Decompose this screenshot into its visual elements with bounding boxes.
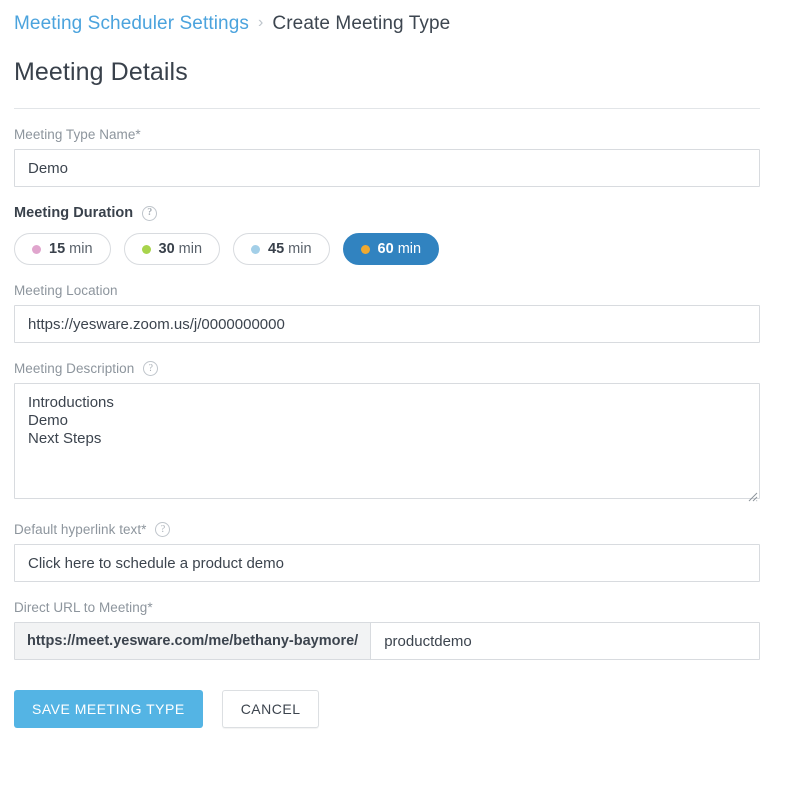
help-icon[interactable]: ? xyxy=(143,361,159,376)
meeting-description-textarea[interactable]: Introductions Demo Next Steps xyxy=(14,383,760,499)
breadcrumb: Meeting Scheduler Settings › Create Meet… xyxy=(14,0,772,42)
page-title: Meeting Details xyxy=(14,58,188,86)
label-text: Default hyperlink text* xyxy=(14,522,147,537)
label-meeting-type-name: Meeting Type Name* xyxy=(14,127,772,142)
help-icon[interactable]: ? xyxy=(155,522,171,537)
duration-unit: min xyxy=(288,241,312,257)
label-text: Meeting Location xyxy=(14,283,118,298)
duration-pill-45-min[interactable]: 45 min xyxy=(233,233,330,265)
label-text: Direct URL to Meeting* xyxy=(14,600,153,615)
duration-unit: min xyxy=(397,241,422,257)
meeting-description-wrap: Introductions Demo Next Steps xyxy=(14,383,760,504)
form-actions: SAVE MEETING TYPE CANCEL xyxy=(14,690,772,728)
save-meeting-type-button[interactable]: SAVE MEETING TYPE xyxy=(14,690,203,728)
label-meeting-location: Meeting Location xyxy=(14,283,772,298)
duration-dot-icon xyxy=(32,244,41,254)
breadcrumb-current: Create Meeting Type xyxy=(272,13,451,34)
direct-url-slug-input[interactable] xyxy=(371,623,759,659)
meeting-type-name-input[interactable] xyxy=(14,149,760,187)
direct-url-prefix: https://meet.yesware.com/me/bethany-baym… xyxy=(15,623,372,659)
title-divider xyxy=(14,108,760,109)
meeting-location-input[interactable] xyxy=(14,305,760,343)
duration-number: 60 xyxy=(377,241,394,257)
duration-dot-icon xyxy=(141,244,151,254)
chevron-right-icon: › xyxy=(257,14,264,31)
label-text: Meeting Duration xyxy=(14,205,134,221)
help-icon[interactable]: ? xyxy=(142,205,158,221)
field-meeting-duration: Meeting Duration ? 15 min 30 min 45 min 60 min xyxy=(14,205,772,265)
direct-url-input-group: https://meet.yesware.com/me/bethany-baym… xyxy=(14,622,760,660)
field-meeting-description: Meeting Description ? Introductions Demo… xyxy=(14,361,772,504)
field-direct-url: Direct URL to Meeting* https://meet.yesw… xyxy=(14,600,772,660)
label-meeting-description: Meeting Description ? xyxy=(14,361,772,376)
label-text: Meeting Description xyxy=(14,361,135,376)
duration-pill-15-min[interactable]: 15 min xyxy=(14,233,111,265)
duration-pill-30-min[interactable]: 30 min xyxy=(123,233,221,265)
duration-unit: min xyxy=(178,241,203,257)
field-default-hyperlink-text: Default hyperlink text* ? xyxy=(14,522,772,582)
cancel-button[interactable]: CANCEL xyxy=(221,690,320,728)
duration-number: 45 xyxy=(268,241,285,257)
duration-pill-60-min[interactable]: 60 min xyxy=(342,233,440,265)
default-hyperlink-text-input[interactable] xyxy=(14,544,760,582)
duration-unit: min xyxy=(69,241,93,257)
duration-pill-group: 15 min 30 min 45 min 60 min xyxy=(14,233,772,265)
field-meeting-type-name: Meeting Type Name* xyxy=(14,127,772,187)
duration-dot-icon xyxy=(251,244,261,254)
label-meeting-duration: Meeting Duration ? xyxy=(14,205,772,221)
label-default-hyperlink-text: Default hyperlink text* ? xyxy=(14,522,772,537)
label-text: Meeting Type Name* xyxy=(14,127,141,142)
field-meeting-location: Meeting Location xyxy=(14,283,772,343)
duration-dot-icon xyxy=(360,244,370,254)
breadcrumb-link-settings[interactable]: Meeting Scheduler Settings xyxy=(14,13,249,35)
create-meeting-type-page: Meeting Scheduler Settings › Create Meet… xyxy=(0,0,786,805)
duration-number: 30 xyxy=(158,241,175,257)
duration-number: 15 xyxy=(49,241,66,257)
label-direct-url: Direct URL to Meeting* xyxy=(14,600,772,615)
